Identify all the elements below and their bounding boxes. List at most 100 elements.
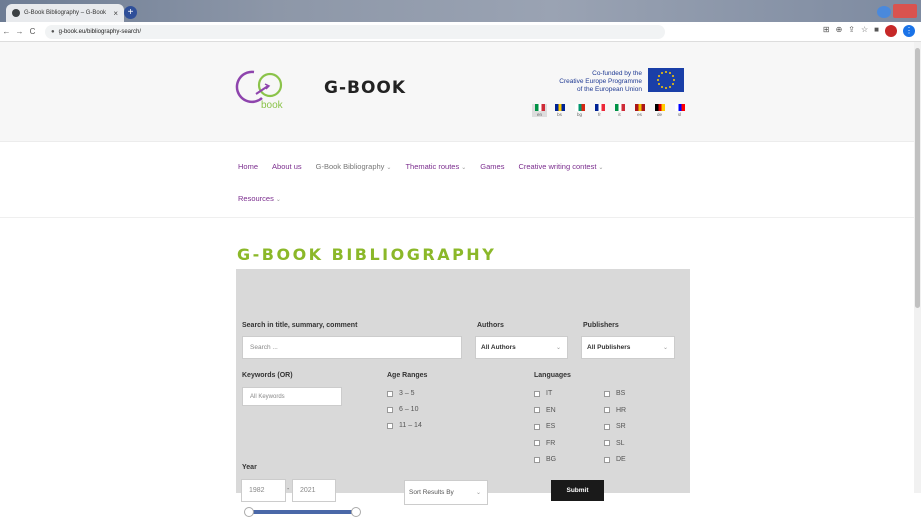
slider-handle-max[interactable] [351, 507, 361, 517]
gbook-logo[interactable]: book [232, 62, 292, 112]
authors-label: Authors [477, 322, 504, 329]
language-code: sl [677, 112, 682, 117]
language-checkbox[interactable]: FR [534, 440, 555, 447]
star-icon [669, 85, 671, 88]
year-range-slider[interactable] [248, 510, 354, 514]
language-option: DE [616, 456, 626, 463]
nav-resources-label: Resources [238, 193, 274, 203]
checkbox-icon [604, 440, 610, 446]
language-checkbox[interactable]: DE [604, 456, 626, 463]
eu-line-2: Creative Europe Programme [559, 78, 642, 85]
language-es[interactable]: es [632, 104, 647, 117]
year-separator: - [287, 486, 290, 493]
language-checkbox[interactable]: BS [604, 390, 625, 397]
language-checkbox[interactable]: EN [534, 407, 556, 414]
language-fr[interactable]: fr [592, 104, 607, 117]
language-checkbox[interactable]: IT [534, 390, 552, 397]
checkbox-icon [534, 390, 540, 397]
language-it[interactable]: it [612, 104, 627, 117]
nav-thematic-label: Thematic routes [405, 161, 460, 171]
keywords-input[interactable]: All Keywords [242, 387, 342, 406]
language-bg[interactable]: bg [572, 104, 587, 117]
checkbox-icon [534, 456, 540, 463]
extension-icon[interactable]: ■ [874, 25, 879, 37]
nav-about[interactable]: About us [272, 162, 302, 171]
language-code: bs [557, 112, 562, 117]
search-input[interactable]: Search ... [242, 336, 462, 359]
year-label: Year [242, 464, 257, 471]
language-bs[interactable]: bs [552, 104, 567, 117]
checkbox-icon [387, 422, 393, 429]
slider-handle-min[interactable] [244, 507, 254, 517]
age-ranges-label: Age Ranges [387, 372, 428, 379]
flag-icon [614, 104, 625, 111]
scrollbar-thumb[interactable] [915, 48, 920, 308]
language-option: SR [616, 423, 626, 430]
submit-button[interactable]: Submit [551, 480, 604, 501]
language-option: FR [546, 439, 556, 447]
new-tab-button[interactable]: + [124, 6, 137, 19]
language-de[interactable]: de [652, 104, 667, 117]
nav-thematic-routes[interactable]: Thematic routes ⌄ [405, 162, 466, 171]
publishers-select[interactable]: All Publishers ⌄ [581, 336, 675, 359]
back-button[interactable]: ← [0, 27, 13, 36]
nav-resources[interactable]: Resources ⌄ [238, 194, 281, 203]
search-label: Search in title, summary, comment [242, 322, 358, 329]
age-checkbox[interactable]: 11 – 14 [387, 422, 422, 429]
language-sl[interactable]: sl [672, 104, 687, 117]
address-bar[interactable]: ● g-book.eu/bibliography-search/ [45, 24, 665, 39]
language-checkbox[interactable]: HR [604, 407, 626, 414]
nav-contest-label: Creative writing contest [518, 161, 597, 171]
star-icon [673, 79, 675, 81]
age-checkbox[interactable]: 6 – 10 [387, 406, 418, 413]
checkbox-icon [604, 407, 610, 413]
lock-icon: ● [51, 28, 55, 35]
age-checkbox[interactable]: 3 – 5 [387, 390, 415, 397]
url-text: g-book.eu/bibliography-search/ [58, 28, 142, 35]
authors-select[interactable]: All Authors ⌄ [475, 336, 568, 359]
language-code: it [618, 112, 621, 117]
reload-button[interactable]: C [26, 27, 39, 36]
star-icon[interactable]: ☆ [861, 25, 868, 37]
close-icon[interactable]: × [113, 9, 118, 18]
language-switcher: en bs bg fr it es de sl [532, 104, 687, 117]
nav-games[interactable]: Games [480, 162, 504, 171]
translate-icon[interactable]: ⊞ [823, 25, 830, 37]
language-checkbox[interactable]: SR [604, 423, 626, 430]
nav-contest[interactable]: Creative writing contest ⌄ [518, 162, 603, 171]
publishers-value: All Publishers [587, 344, 631, 351]
window-controls[interactable] [893, 4, 917, 18]
page-scrollbar[interactable] [914, 42, 921, 493]
checkbox-icon [604, 456, 610, 463]
language-en[interactable]: en [532, 104, 547, 117]
account-icon[interactable] [877, 6, 891, 18]
age-option: 11 – 14 [399, 422, 422, 429]
nav-bibliography[interactable]: G-Book Bibliography ⌄ [316, 162, 392, 171]
site-title[interactable]: G-BOOK [324, 78, 406, 98]
language-checkbox[interactable]: SL [604, 440, 625, 447]
checkbox-icon [387, 406, 393, 413]
star-icon [671, 83, 674, 85]
year-to-input[interactable]: 2021 [292, 479, 336, 502]
language-checkbox[interactable]: BG [534, 456, 556, 463]
checkbox-icon [604, 423, 610, 430]
chevron-down-icon: ⌄ [598, 164, 604, 171]
star-icon [661, 72, 663, 75]
menu-icon[interactable]: ⋮ [903, 25, 915, 37]
zoom-icon[interactable]: ⊕ [836, 25, 843, 37]
share-icon[interactable]: ⇪ [848, 25, 855, 37]
forward-button[interactable]: → [13, 27, 26, 36]
language-option: ES [546, 423, 556, 430]
nav-home[interactable]: Home [238, 162, 258, 171]
profile-icon[interactable] [885, 25, 897, 37]
age-option: 6 – 10 [399, 406, 419, 413]
flag-icon [674, 104, 685, 111]
browser-tab[interactable]: G-Book Bibliography – G-Book × [6, 4, 124, 22]
chevron-down-icon: ⌄ [461, 164, 467, 171]
flag-icon [534, 104, 545, 111]
eu-funding-text: Co-funded by the Creative Europe Program… [530, 70, 642, 94]
keywords-placeholder: All Keywords [250, 393, 285, 400]
language-checkbox[interactable]: ES [534, 423, 555, 430]
year-from-input[interactable]: 1982 [241, 479, 286, 502]
flag-icon [574, 104, 585, 111]
